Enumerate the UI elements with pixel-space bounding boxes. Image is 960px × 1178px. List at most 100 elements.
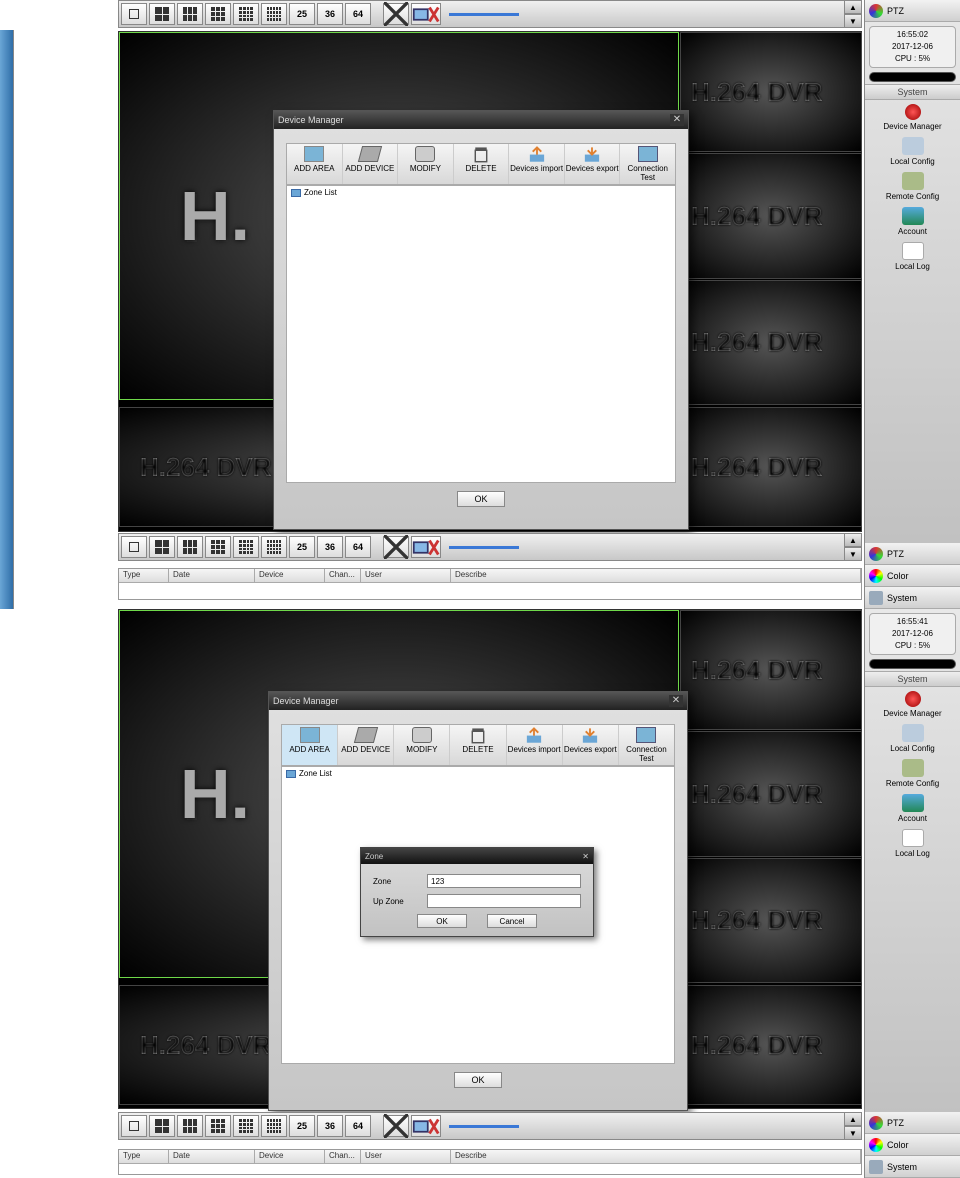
sidebar-local-config[interactable]: Local Config — [865, 133, 960, 168]
video-panel-br[interactable]: H.264 DVR — [680, 985, 862, 1105]
col-device[interactable]: Device — [255, 1150, 325, 1163]
layout-25-button[interactable]: 25 — [289, 536, 315, 558]
disconnect-all-button[interactable] — [411, 536, 441, 558]
video-panel-r2[interactable]: H.264 DVR — [680, 731, 862, 857]
devices-export-button[interactable]: Devices export — [565, 144, 621, 184]
tab-color[interactable]: Color — [865, 565, 960, 587]
fullscreen-button[interactable] — [383, 1115, 409, 1137]
layout-many-button[interactable] — [261, 536, 287, 558]
layout-1-button[interactable] — [121, 1115, 147, 1137]
zone-list-node[interactable]: Zone List — [282, 767, 674, 780]
layout-16-button[interactable] — [233, 1115, 259, 1137]
layout-4-button[interactable] — [149, 3, 175, 25]
devices-import-button[interactable]: Devices import — [507, 725, 563, 765]
col-date[interactable]: Date — [169, 569, 255, 582]
zone-dialog-titlebar[interactable]: Zone ✕ — [361, 848, 593, 864]
col-describe[interactable]: Describe — [451, 569, 861, 582]
col-date[interactable]: Date — [169, 1150, 255, 1163]
sidebar-local-log[interactable]: Local Log — [865, 238, 960, 273]
modify-button[interactable]: MODIFY — [398, 144, 454, 184]
tab-ptz[interactable]: PTZ — [865, 0, 960, 22]
layout-6-button[interactable] — [177, 536, 203, 558]
add-device-button[interactable]: ADD DEVICE — [343, 144, 399, 184]
tab-system[interactable]: System — [865, 587, 960, 609]
connection-test-button[interactable]: Connection Test — [619, 725, 674, 765]
layout-64-button[interactable]: 64 — [345, 536, 371, 558]
zone-cancel-button[interactable]: Cancel — [487, 914, 537, 928]
modify-button[interactable]: MODIFY — [394, 725, 450, 765]
disconnect-all-button[interactable] — [411, 1115, 441, 1137]
sidebar-account[interactable]: Account — [865, 203, 960, 238]
video-panel-r1[interactable]: H.264 DVR — [680, 32, 862, 152]
col-chan[interactable]: Chan... — [325, 1150, 361, 1163]
video-panel-r3[interactable]: H.264 DVR — [680, 280, 862, 405]
layout-64-button[interactable]: 64 — [345, 1115, 371, 1137]
sidebar-device-manager[interactable]: Device Manager — [865, 687, 960, 720]
tab-ptz-bottom[interactable]: PTZ — [865, 543, 960, 565]
sidebar-account[interactable]: Account — [865, 790, 960, 825]
fullscreen-button[interactable] — [383, 536, 409, 558]
layout-36-button[interactable]: 36 — [317, 3, 343, 25]
delete-button[interactable]: DELETE — [450, 725, 506, 765]
col-type[interactable]: Type — [119, 569, 169, 582]
tab-color[interactable]: Color — [865, 1134, 960, 1156]
sidebar-device-manager[interactable]: Device Manager — [865, 100, 960, 133]
layout-many-button[interactable] — [261, 1115, 287, 1137]
upzone-input[interactable] — [427, 894, 581, 908]
tab-ptz-bottom[interactable]: PTZ — [865, 1112, 960, 1134]
layout-many-button[interactable] — [261, 3, 287, 25]
layout-36-button[interactable]: 36 — [317, 1115, 343, 1137]
col-user[interactable]: User — [361, 1150, 451, 1163]
sidebar-remote-config[interactable]: Remote Config — [865, 168, 960, 203]
zoom-slider[interactable] — [449, 544, 853, 550]
layout-16-button[interactable] — [233, 3, 259, 25]
connection-test-button[interactable]: Connection Test — [620, 144, 675, 184]
device-manager-ok-button[interactable]: OK — [457, 491, 505, 507]
zone-dialog-close-button[interactable]: ✕ — [582, 852, 589, 861]
col-user[interactable]: User — [361, 569, 451, 582]
sidebar-local-log[interactable]: Local Log — [865, 825, 960, 860]
layout-9-button[interactable] — [205, 536, 231, 558]
add-area-button[interactable]: ADD AREA — [287, 144, 343, 184]
video-panel-br[interactable]: H.264 DVR — [680, 407, 862, 527]
toolbar-scroll-arrows[interactable]: ▲▼ — [844, 533, 862, 561]
video-panel-r1[interactable]: H.264 DVR — [680, 610, 862, 730]
devices-import-button[interactable]: Devices import — [509, 144, 565, 184]
disconnect-all-button[interactable] — [411, 3, 441, 25]
layout-25-button[interactable]: 25 — [289, 3, 315, 25]
layout-1-button[interactable] — [121, 3, 147, 25]
layout-9-button[interactable] — [205, 1115, 231, 1137]
layout-64-button[interactable]: 64 — [345, 3, 371, 25]
layout-9-button[interactable] — [205, 3, 231, 25]
device-manager-ok-button[interactable]: OK — [454, 1072, 502, 1088]
layout-6-button[interactable] — [177, 3, 203, 25]
devices-export-button[interactable]: Devices export — [563, 725, 619, 765]
sidebar-local-config[interactable]: Local Config — [865, 720, 960, 755]
zone-list-node[interactable]: Zone List — [287, 186, 675, 199]
zoom-slider[interactable] — [449, 11, 853, 17]
dialog-close-button[interactable]: ✕ — [670, 114, 684, 126]
layout-36-button[interactable]: 36 — [317, 536, 343, 558]
layout-25-button[interactable]: 25 — [289, 1115, 315, 1137]
sidebar-remote-config[interactable]: Remote Config — [865, 755, 960, 790]
add-area-button[interactable]: ADD AREA — [282, 725, 338, 765]
zone-input[interactable] — [427, 874, 581, 888]
toolbar-scroll-arrows[interactable]: ▲▼ — [844, 0, 862, 28]
layout-4-button[interactable] — [149, 1115, 175, 1137]
video-panel-r3[interactable]: H.264 DVR — [680, 858, 862, 983]
video-panel-r2[interactable]: H.264 DVR — [680, 153, 862, 279]
layout-6-button[interactable] — [177, 1115, 203, 1137]
col-device[interactable]: Device — [255, 569, 325, 582]
add-device-button[interactable]: ADD DEVICE — [338, 725, 394, 765]
toolbar-scroll-arrows[interactable]: ▲▼ — [844, 1112, 862, 1140]
layout-1-button[interactable] — [121, 536, 147, 558]
dialog-titlebar[interactable]: Device Manager ✕ — [274, 111, 688, 129]
delete-button[interactable]: DELETE — [454, 144, 510, 184]
device-manager-tree[interactable]: Zone List — [286, 185, 676, 483]
zone-ok-button[interactable]: OK — [417, 914, 467, 928]
dialog-titlebar[interactable]: Device Manager ✕ — [269, 692, 687, 710]
dialog-close-button[interactable]: ✕ — [669, 695, 683, 707]
zoom-slider[interactable] — [449, 1123, 853, 1129]
layout-16-button[interactable] — [233, 536, 259, 558]
col-chan[interactable]: Chan... — [325, 569, 361, 582]
